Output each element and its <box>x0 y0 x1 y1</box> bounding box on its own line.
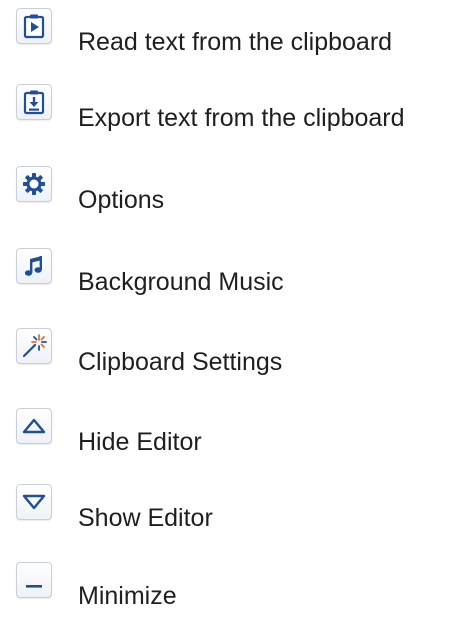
menu-item-options[interactable]: Options <box>4 166 464 226</box>
menu-item-label: Hide Editor <box>78 428 202 456</box>
menu-item-clipboard-settings[interactable]: Clipboard Settings <box>4 328 464 388</box>
menu-item-export-clipboard[interactable]: Export text from the clipboard <box>4 84 464 144</box>
triangle-up-icon[interactable] <box>16 408 52 444</box>
menu-item-show-editor[interactable]: Show Editor <box>4 484 464 544</box>
menu-item-label: Export text from the clipboard <box>78 104 405 132</box>
menu-item-label: Read text from the clipboard <box>78 28 393 56</box>
menu-item-hide-editor[interactable]: Hide Editor <box>4 408 464 468</box>
menu-item-label: Show Editor <box>78 504 213 532</box>
minimize-icon[interactable] <box>16 562 52 598</box>
menu-item-minimize[interactable]: Minimize <box>4 562 464 622</box>
clipboard-download-icon[interactable] <box>16 84 52 120</box>
menu-item-background-music[interactable]: Background Music <box>4 248 464 308</box>
menu-item-label: Clipboard Settings <box>78 348 283 376</box>
gear-icon[interactable] <box>16 166 52 202</box>
triangle-down-icon[interactable] <box>16 484 52 520</box>
menu-item-label: Minimize <box>78 582 177 610</box>
menu-item-label: Background Music <box>78 268 284 296</box>
menu-item-read-clipboard[interactable]: Read text from the clipboard <box>4 8 464 68</box>
menu-item-label: Options <box>78 186 165 214</box>
clipboard-play-icon[interactable] <box>16 8 52 44</box>
music-note-icon[interactable] <box>16 248 52 284</box>
magic-wand-icon[interactable] <box>16 328 52 364</box>
